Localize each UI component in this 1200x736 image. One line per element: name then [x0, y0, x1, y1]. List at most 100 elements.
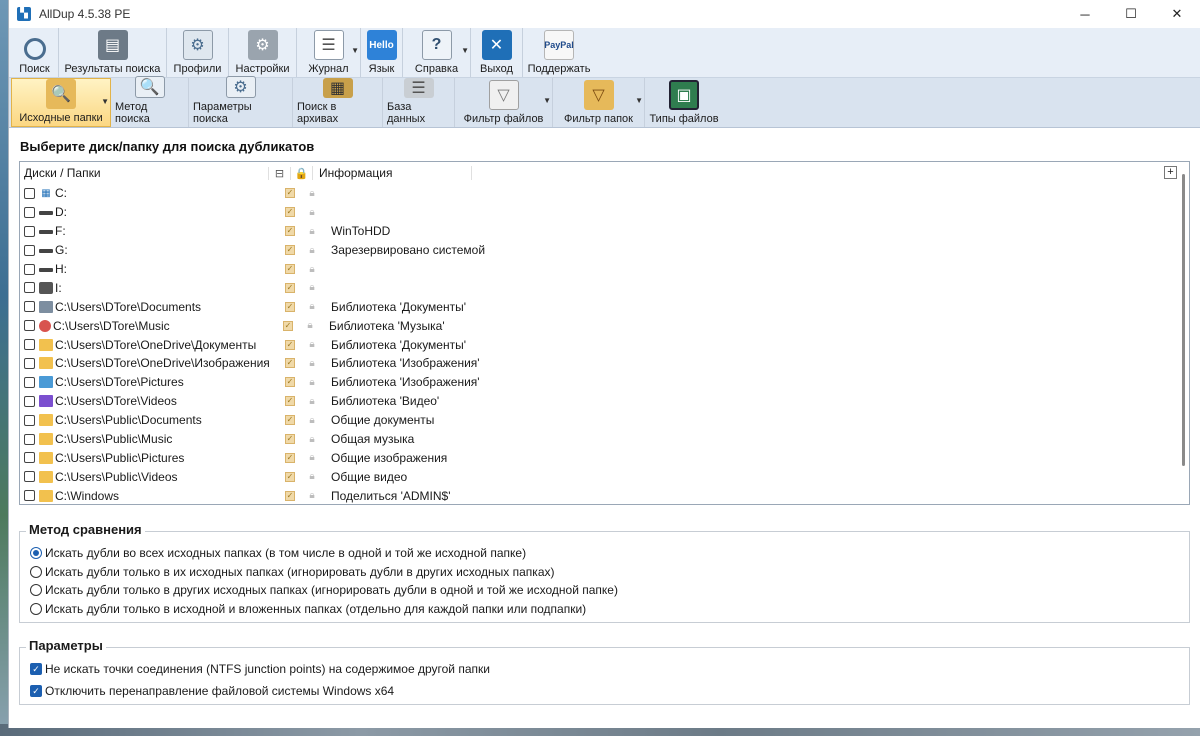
table-row[interactable]: C:\Users\Public\Documents ✓ 🔒︎ Общие докуме… [20, 411, 1189, 430]
row-checkbox[interactable] [24, 452, 35, 464]
table-row[interactable]: C:\Users\DTore\Music ✓ 🔒︎ Библиотека 'Музык… [20, 316, 1189, 335]
table-row[interactable]: C:\Users\DTore\Videos ✓ 🔒︎ Библиотека 'Виде… [20, 392, 1189, 411]
row-checkbox[interactable] [24, 301, 35, 313]
row-checkbox[interactable] [24, 395, 35, 407]
checkbox[interactable]: ✓ [30, 663, 42, 676]
row-checkbox[interactable] [24, 320, 35, 332]
row-subfolders-toggle[interactable]: ✓ [279, 358, 301, 369]
help-button[interactable]: ? Справка ▼ [403, 28, 471, 77]
row-lock-icon[interactable]: 🔒︎ [301, 415, 323, 426]
row-subfolders-toggle[interactable]: ✓ [279, 245, 301, 256]
row-checkbox[interactable] [24, 187, 35, 199]
compare-method-option[interactable]: Искать дубли только в других исходных па… [30, 581, 1179, 600]
row-subfolders-toggle[interactable]: ✓ [279, 301, 301, 312]
file-filter-dropdown-icon[interactable]: ▼ [543, 96, 551, 105]
row-checkbox[interactable] [24, 414, 35, 426]
row-checkbox[interactable] [24, 433, 35, 445]
table-row[interactable]: C:\Users\Public\Music ✓ 🔒︎ Общая музыка [20, 430, 1189, 449]
donate-button[interactable]: PayPal Поддержать [523, 28, 595, 77]
exit-button[interactable]: ✕ Выход [471, 28, 523, 77]
row-subfolders-toggle[interactable]: ✓ [279, 188, 301, 199]
row-lock-icon[interactable]: 🔒︎ [301, 377, 323, 388]
language-button[interactable]: Hello Язык [361, 28, 403, 77]
search-button[interactable]: Поиск [11, 28, 59, 77]
row-lock-icon[interactable]: 🔒︎ [301, 434, 323, 445]
table-row[interactable]: H: ✓ 🔒︎ [20, 260, 1189, 279]
close-button[interactable]: ✕ [1154, 0, 1200, 28]
tab-archive-search[interactable]: ▦ Поиск в архивах [293, 78, 383, 127]
row-subfolders-toggle[interactable]: ✓ [279, 452, 301, 463]
row-checkbox[interactable] [24, 206, 35, 218]
row-lock-icon[interactable]: 🔒︎ [301, 207, 323, 218]
row-lock-icon[interactable]: 🔒︎ [301, 339, 323, 350]
row-lock-icon[interactable]: 🔒︎ [301, 282, 323, 293]
row-subfolders-toggle[interactable]: ✓ [277, 320, 299, 331]
row-checkbox[interactable] [24, 376, 35, 388]
column-header-subfolders-icon[interactable]: ⊟ [268, 166, 290, 180]
checkbox[interactable]: ✓ [30, 685, 42, 698]
table-row[interactable]: C:\Users\DTore\Documents ✓ 🔒︎ Библиотека 'Д… [20, 297, 1189, 316]
row-lock-icon[interactable]: 🔒︎ [301, 188, 323, 199]
column-header-info[interactable]: Информация [312, 166, 472, 180]
row-checkbox[interactable] [24, 244, 35, 256]
add-column-button[interactable]: + [1164, 166, 1177, 179]
row-lock-icon[interactable]: 🔒︎ [301, 245, 323, 256]
table-row[interactable]: C:\Users\DTore\Pictures ✓ 🔒︎ Библиотека 'Из… [20, 373, 1189, 392]
row-lock-icon[interactable]: 🔒︎ [301, 358, 323, 369]
search-results-button[interactable]: ▤ Результаты поиска [59, 28, 167, 77]
row-subfolders-toggle[interactable]: ✓ [279, 490, 301, 501]
row-lock-icon[interactable]: 🔒︎ [301, 396, 323, 407]
row-subfolders-toggle[interactable]: ✓ [279, 415, 301, 426]
folder-filter-dropdown-icon[interactable]: ▼ [635, 96, 643, 105]
row-checkbox[interactable] [24, 471, 35, 483]
table-row[interactable]: C:\Windows ✓ 🔒︎ Поделиться 'ADMIN$' [20, 486, 1189, 505]
row-checkbox[interactable] [24, 282, 35, 294]
row-subfolders-toggle[interactable]: ✓ [279, 434, 301, 445]
radio-button[interactable] [30, 565, 42, 578]
row-lock-icon[interactable]: 🔒︎ [299, 320, 321, 331]
row-subfolders-toggle[interactable]: ✓ [279, 377, 301, 388]
row-lock-icon[interactable]: 🔒︎ [301, 301, 323, 312]
minimize-button[interactable]: ─ [1062, 0, 1108, 28]
settings-button[interactable]: ⚙ Настройки [229, 28, 297, 77]
help-dropdown-icon[interactable]: ▼ [461, 46, 469, 55]
row-subfolders-toggle[interactable]: ✓ [279, 264, 301, 274]
radio-button[interactable] [30, 584, 42, 597]
row-subfolders-toggle[interactable]: ✓ [279, 207, 301, 218]
row-lock-icon[interactable]: 🔒︎ [301, 264, 323, 275]
row-lock-icon[interactable]: 🔒︎ [301, 471, 323, 482]
row-lock-icon[interactable]: 🔒︎ [301, 452, 323, 463]
radio-button[interactable] [30, 547, 42, 560]
journal-dropdown-icon[interactable]: ▼ [351, 46, 359, 55]
compare-method-option[interactable]: Искать дубли только в их исходных папках… [30, 563, 1179, 582]
table-row[interactable]: C:\Users\DTore\OneDrive\Изображения ✓ 🔒︎ Би… [20, 354, 1189, 373]
table-row[interactable]: I: ✓ 🔒︎ [20, 278, 1189, 297]
row-checkbox[interactable] [24, 357, 35, 369]
row-subfolders-toggle[interactable]: ✓ [279, 226, 301, 237]
table-row[interactable]: C:\Users\Public\Videos ✓ 🔒︎ Общие видео [20, 467, 1189, 486]
table-row[interactable]: ▦ C: ✓ 🔒︎ [20, 184, 1189, 203]
source-folders-list[interactable]: Диски / Папки ⊟ 🔒 Информация + ▦ C: ✓ 🔒︎ D: ✓… [19, 161, 1190, 505]
compare-method-option[interactable]: Искать дубли во всех исходных папках (в … [30, 544, 1179, 563]
table-row[interactable]: F: ✓ 🔒︎ WinToHDD [20, 222, 1189, 241]
column-header-name[interactable]: Диски / Папки [20, 166, 268, 180]
parameter-option[interactable]: ✓ Не искать точки соединения (NTFS juncti… [30, 658, 1179, 680]
row-checkbox[interactable] [24, 225, 35, 237]
vertical-scrollbar[interactable] [1182, 174, 1185, 466]
row-lock-icon[interactable]: 🔒︎ [301, 490, 323, 501]
maximize-button[interactable]: ☐ [1108, 0, 1154, 28]
profiles-button[interactable]: ⚙ Профили [167, 28, 229, 77]
tab-database[interactable]: ☰ База данных [383, 78, 455, 127]
tab-search-method[interactable]: 🔍 Метод поиска [111, 76, 189, 127]
table-row[interactable]: C:\Users\DTore\OneDrive\Документы ✓ 🔒︎ Библ… [20, 335, 1189, 354]
table-row[interactable]: G: ✓ 🔒︎ Зарезервировано системой [20, 241, 1189, 260]
source-folders-dropdown-icon[interactable]: ▼ [101, 97, 109, 106]
compare-method-option[interactable]: Искать дубли только в исходной и вложенн… [30, 600, 1179, 619]
tab-search-params[interactable]: ⚙ Параметры поиска [189, 76, 293, 127]
tab-folder-filter[interactable]: ▽ Фильтр папок ▼ [553, 78, 645, 127]
row-lock-icon[interactable]: 🔒︎ [301, 226, 323, 237]
column-header-lock-icon[interactable]: 🔒 [290, 166, 312, 180]
row-subfolders-toggle[interactable]: ✓ [279, 471, 301, 482]
tab-file-types[interactable]: ▣ Типы файлов [645, 78, 723, 127]
table-row[interactable]: C:\Users\Public\Pictures ✓ 🔒︎ Общие изображ… [20, 448, 1189, 467]
